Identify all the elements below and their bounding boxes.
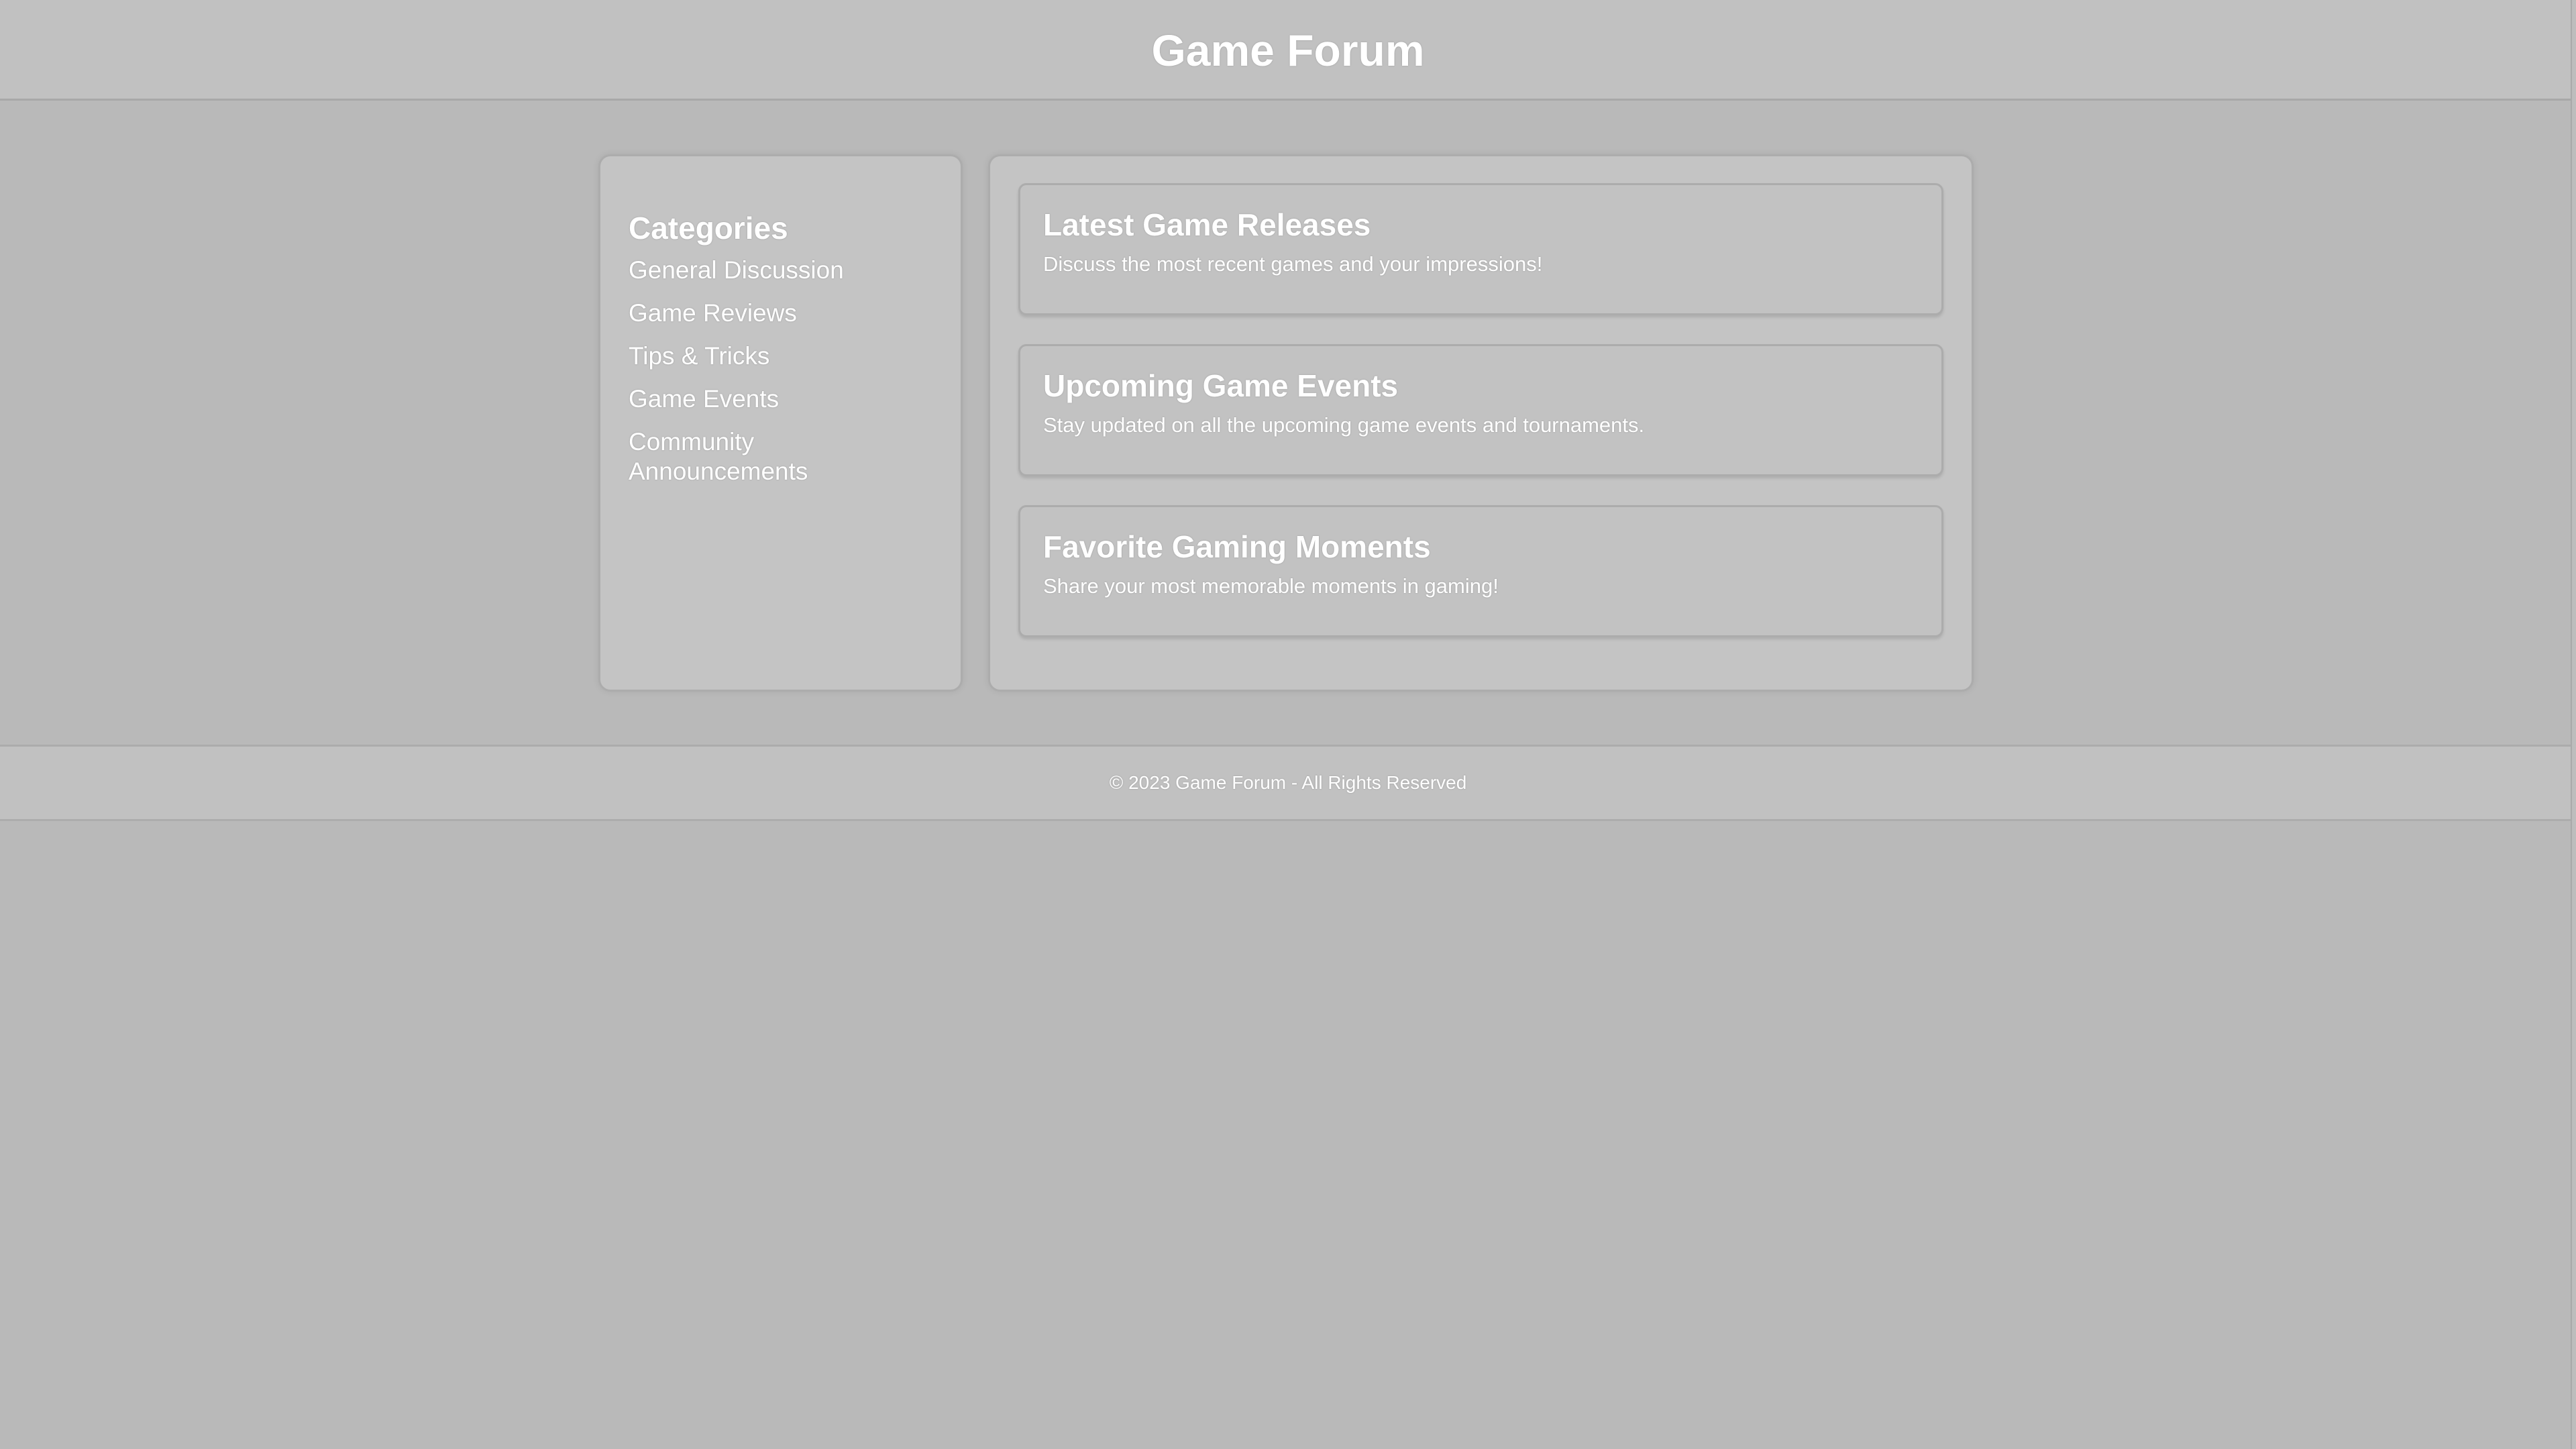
category-community-announcements[interactable]: Community Announcements <box>629 427 830 486</box>
categories-sidebar: Categories General Discussion Game Revie… <box>598 154 963 692</box>
category-game-events[interactable]: Game Events <box>629 384 932 414</box>
site-footer: © 2023 Game Forum - All Rights Reserved <box>0 745 2576 821</box>
topic-description: Stay updated on all the upcoming game ev… <box>1043 413 1645 437</box>
topic-card[interactable]: Favorite Gaming Moments Share your most … <box>1018 505 1943 637</box>
topic-card[interactable]: Latest Game Releases Discuss the most re… <box>1018 183 1943 315</box>
site-header: Game Forum <box>0 0 2576 101</box>
topic-card[interactable]: Upcoming Game Events Stay updated on all… <box>1018 344 1943 476</box>
topic-title[interactable]: Latest Game Releases <box>1043 207 1919 243</box>
topic-description: Share your most memorable moments in gam… <box>1043 574 1499 598</box>
site-title: Game Forum <box>1151 25 1425 75</box>
topic-title[interactable]: Upcoming Game Events <box>1043 368 1919 404</box>
category-tips-tricks[interactable]: Tips & Tricks <box>629 341 932 371</box>
category-game-reviews[interactable]: Game Reviews <box>629 299 932 328</box>
topic-title[interactable]: Favorite Gaming Moments <box>1043 529 1919 565</box>
scrollbar[interactable] <box>2571 0 2576 1449</box>
copyright-text: © 2023 Game Forum - All Rights Reserved <box>1109 772 1467 793</box>
category-general-discussion[interactable]: General Discussion <box>629 256 932 285</box>
topics-panel: Latest Game Releases Discuss the most re… <box>988 154 1974 692</box>
categories-heading: Categories <box>629 211 788 246</box>
topic-description: Discuss the most recent games and your i… <box>1043 252 1543 276</box>
